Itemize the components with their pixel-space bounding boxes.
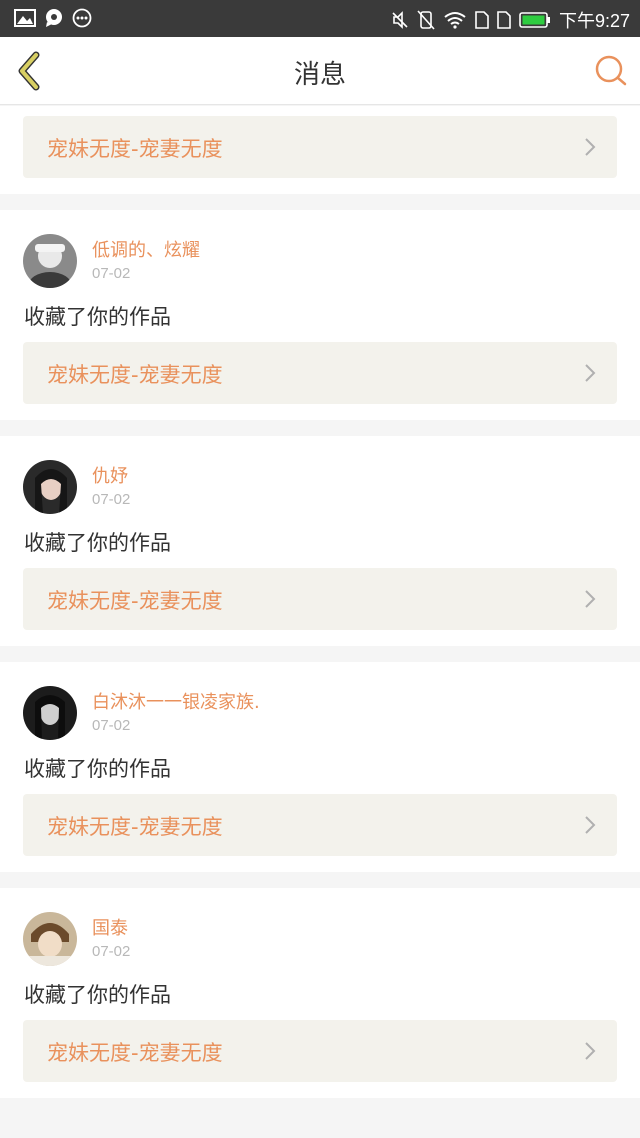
action-text: 收藏了你的作品 — [24, 983, 171, 1007]
avatar[interactable] — [23, 460, 77, 514]
sim1-icon — [475, 11, 489, 29]
status-bar-right: 下午9:27 — [391, 7, 630, 33]
message-date: 07-02 — [92, 265, 131, 282]
work-link[interactable]: 宠妹无度-宠妻无度 — [23, 568, 617, 630]
message-date: 07-02 — [92, 717, 131, 734]
work-link[interactable]: 宠妹无度-宠妻无度 — [23, 794, 617, 856]
vibrate-off-icon — [417, 10, 435, 30]
work-link[interactable]: 宠妹无度-宠妻无度 — [23, 116, 617, 178]
mute-icon — [392, 11, 408, 29]
work-link[interactable]: 宠妹无度-宠妻无度 — [23, 1020, 617, 1082]
user-name[interactable]: 白沐沐一一银凌家族. — [92, 688, 260, 714]
chevron-right-icon — [585, 590, 596, 608]
chevron-right-icon — [585, 1042, 596, 1060]
avatar[interactable] — [23, 234, 77, 288]
list-divider — [0, 194, 640, 210]
message-date: 07-02 — [92, 491, 131, 508]
user-row[interactable]: 白沐沐一一银凌家族. 07-02 — [0, 686, 640, 754]
chevron-right-icon — [585, 816, 596, 834]
sim2-icon — [497, 11, 511, 29]
chevron-right-icon — [585, 138, 596, 156]
work-title: 宠妹无度-宠妻无度 — [47, 1041, 223, 1065]
list-divider — [0, 1098, 640, 1114]
user-row[interactable]: 低调的、炫耀 07-02 — [0, 234, 640, 302]
message-card: 白沐沐一一银凌家族. 07-02 收藏了你的作品 宠妹无度-宠妻无度 — [0, 662, 640, 872]
list-divider — [0, 646, 640, 662]
work-link[interactable]: 宠妹无度-宠妻无度 — [23, 342, 617, 404]
avatar[interactable] — [23, 686, 77, 740]
search-icon[interactable] — [594, 54, 628, 88]
nav-bar: 消息 — [0, 37, 640, 105]
message-list: 宠妹无度-宠妻无度 低调的、炫耀 07-02 收藏了你的作品 宠妹无度-宠妻无度 — [0, 106, 640, 1114]
image-icon — [14, 9, 36, 27]
status-time: 下午9:27 — [558, 11, 630, 31]
message-card-partial: 宠妹无度-宠妻无度 — [0, 106, 640, 194]
user-name[interactable]: 仇妤 — [92, 462, 128, 488]
message-card: 国泰 07-02 收藏了你的作品 宠妹无度-宠妻无度 — [0, 888, 640, 1098]
list-divider — [0, 872, 640, 888]
more-dots-icon — [72, 8, 92, 28]
work-title: 宠妹无度-宠妻无度 — [47, 815, 223, 839]
action-text: 收藏了你的作品 — [24, 531, 171, 555]
action-text: 收藏了你的作品 — [24, 757, 171, 781]
page-title: 消息 — [293, 60, 346, 90]
list-divider — [0, 420, 640, 436]
work-title: 宠妹无度-宠妻无度 — [47, 363, 223, 387]
battery-icon — [519, 12, 550, 28]
avatar[interactable] — [23, 912, 77, 966]
message-card: 低调的、炫耀 07-02 收藏了你的作品 宠妹无度-宠妻无度 — [0, 210, 640, 420]
message-date: 07-02 — [92, 943, 131, 960]
status-bar-left-icons — [14, 8, 92, 28]
chat-bubble-icon — [46, 9, 62, 27]
user-row[interactable]: 仇妤 07-02 — [0, 460, 640, 528]
user-name[interactable]: 国泰 — [92, 914, 128, 940]
work-title: 宠妹无度-宠妻无度 — [47, 589, 223, 613]
message-card: 仇妤 07-02 收藏了你的作品 宠妹无度-宠妻无度 — [0, 436, 640, 646]
user-name[interactable]: 低调的、炫耀 — [92, 236, 200, 262]
wifi-icon — [444, 12, 466, 29]
status-bar: 下午9:27 — [0, 0, 640, 37]
chevron-right-icon — [585, 364, 596, 382]
work-title: 宠妹无度-宠妻无度 — [47, 137, 223, 161]
user-row[interactable]: 国泰 07-02 — [0, 912, 640, 980]
action-text: 收藏了你的作品 — [24, 305, 171, 329]
